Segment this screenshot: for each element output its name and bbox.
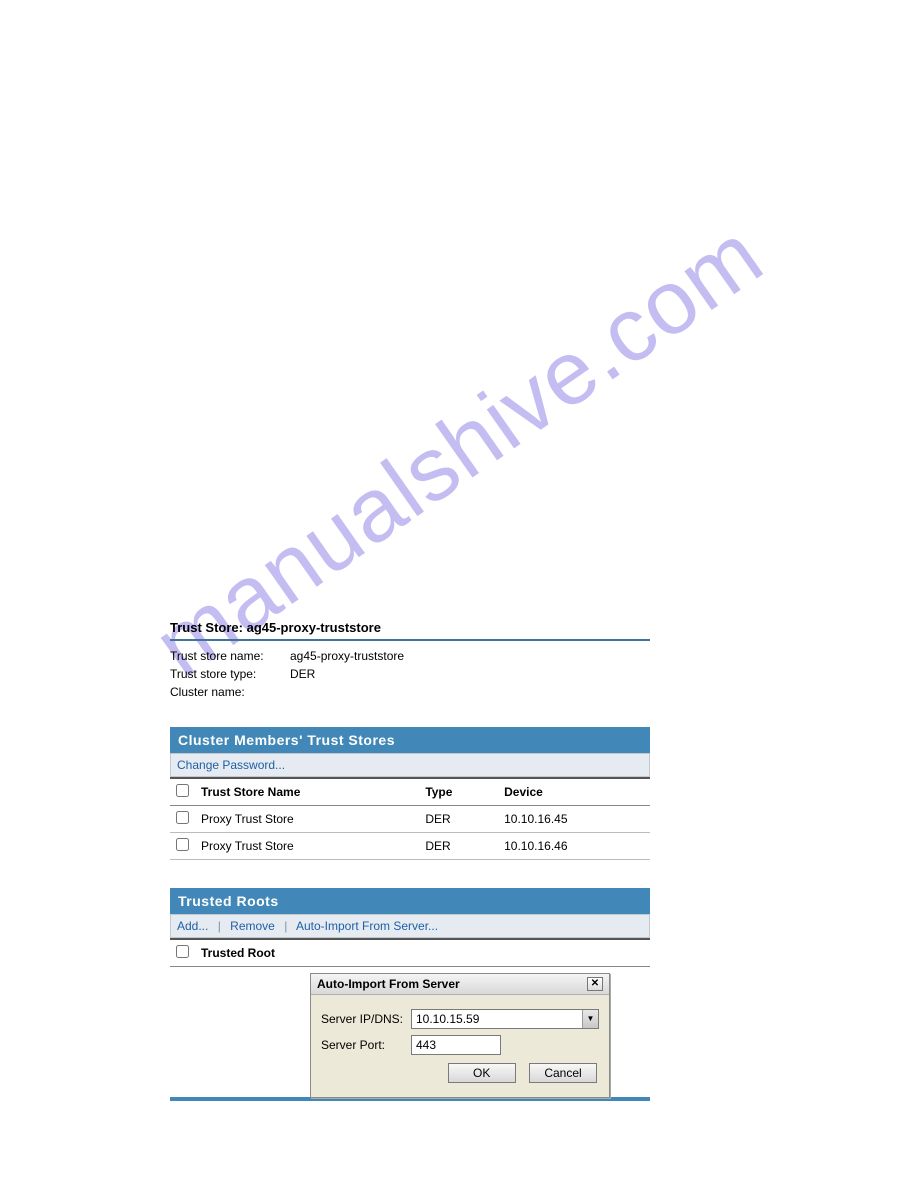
cell-device: 10.10.16.46 [498,833,650,860]
dialog-title-text: Auto-Import From Server [317,977,460,991]
value: ag45-proxy-truststore [290,649,404,663]
add-link[interactable]: Add... [177,919,208,933]
cell-type: DER [419,833,498,860]
label: Trust store type: [170,667,290,681]
col-type: Type [419,778,498,806]
table-row: Proxy Trust Store DER 10.10.16.46 [170,833,650,860]
cluster-members-table: Trust Store Name Type Device Proxy Trust… [170,777,650,860]
ok-button[interactable]: OK [448,1063,516,1083]
trusted-roots-table: Trusted Root [170,938,650,967]
col-trusted-root: Trusted Root [195,939,390,967]
server-ip-dropdown[interactable]: ▼ [411,1009,599,1029]
field-truststore-name: Trust store name: ag45-proxy-truststore [170,649,650,663]
title-prefix: Trust Store: [170,620,243,635]
cell-device: 10.10.16.45 [498,806,650,833]
cluster-members-header: Cluster Members' Trust Stores [170,727,650,753]
remove-link[interactable]: Remove [230,919,275,933]
table-row: Proxy Trust Store DER 10.10.16.45 [170,806,650,833]
change-password-bar: Change Password... [170,753,650,777]
col-spacer [390,939,650,967]
server-port-label: Server Port: [321,1038,411,1052]
field-truststore-type: Trust store type: DER [170,667,650,681]
auto-import-dialog: Auto-Import From Server ✕ Server IP/DNS:… [310,973,610,1098]
cell-name: Proxy Trust Store [195,806,419,833]
chevron-down-icon[interactable]: ▼ [582,1010,598,1028]
change-password-link[interactable]: Change Password... [177,758,285,772]
close-icon[interactable]: ✕ [587,977,603,991]
separator: | [218,919,221,933]
label: Cluster name: [170,685,290,699]
col-name: Trust Store Name [195,778,419,806]
trusted-roots-header: Trusted Roots [170,888,650,914]
field-cluster-name: Cluster name: [170,685,650,699]
row-checkbox[interactable] [176,811,189,824]
server-ip-input[interactable] [412,1010,582,1028]
separator: | [284,919,287,933]
title-name: ag45-proxy-truststore [247,620,381,635]
server-ip-label: Server IP/DNS: [321,1012,411,1026]
value: DER [290,667,315,681]
dialog-titlebar: Auto-Import From Server ✕ [311,974,609,995]
col-device: Device [498,778,650,806]
row-checkbox[interactable] [176,838,189,851]
auto-import-link[interactable]: Auto-Import From Server... [296,919,438,933]
cell-type: DER [419,806,498,833]
select-all-checkbox[interactable] [176,784,189,797]
server-port-input[interactable] [411,1035,501,1055]
label: Trust store name: [170,649,290,663]
select-all-roots-checkbox[interactable] [176,945,189,958]
panel-title: Trust Store: ag45-proxy-truststore [170,620,650,641]
trusted-roots-actions: Add... | Remove | Auto-Import From Serve… [170,914,650,938]
cancel-button[interactable]: Cancel [529,1063,597,1083]
cell-name: Proxy Trust Store [195,833,419,860]
